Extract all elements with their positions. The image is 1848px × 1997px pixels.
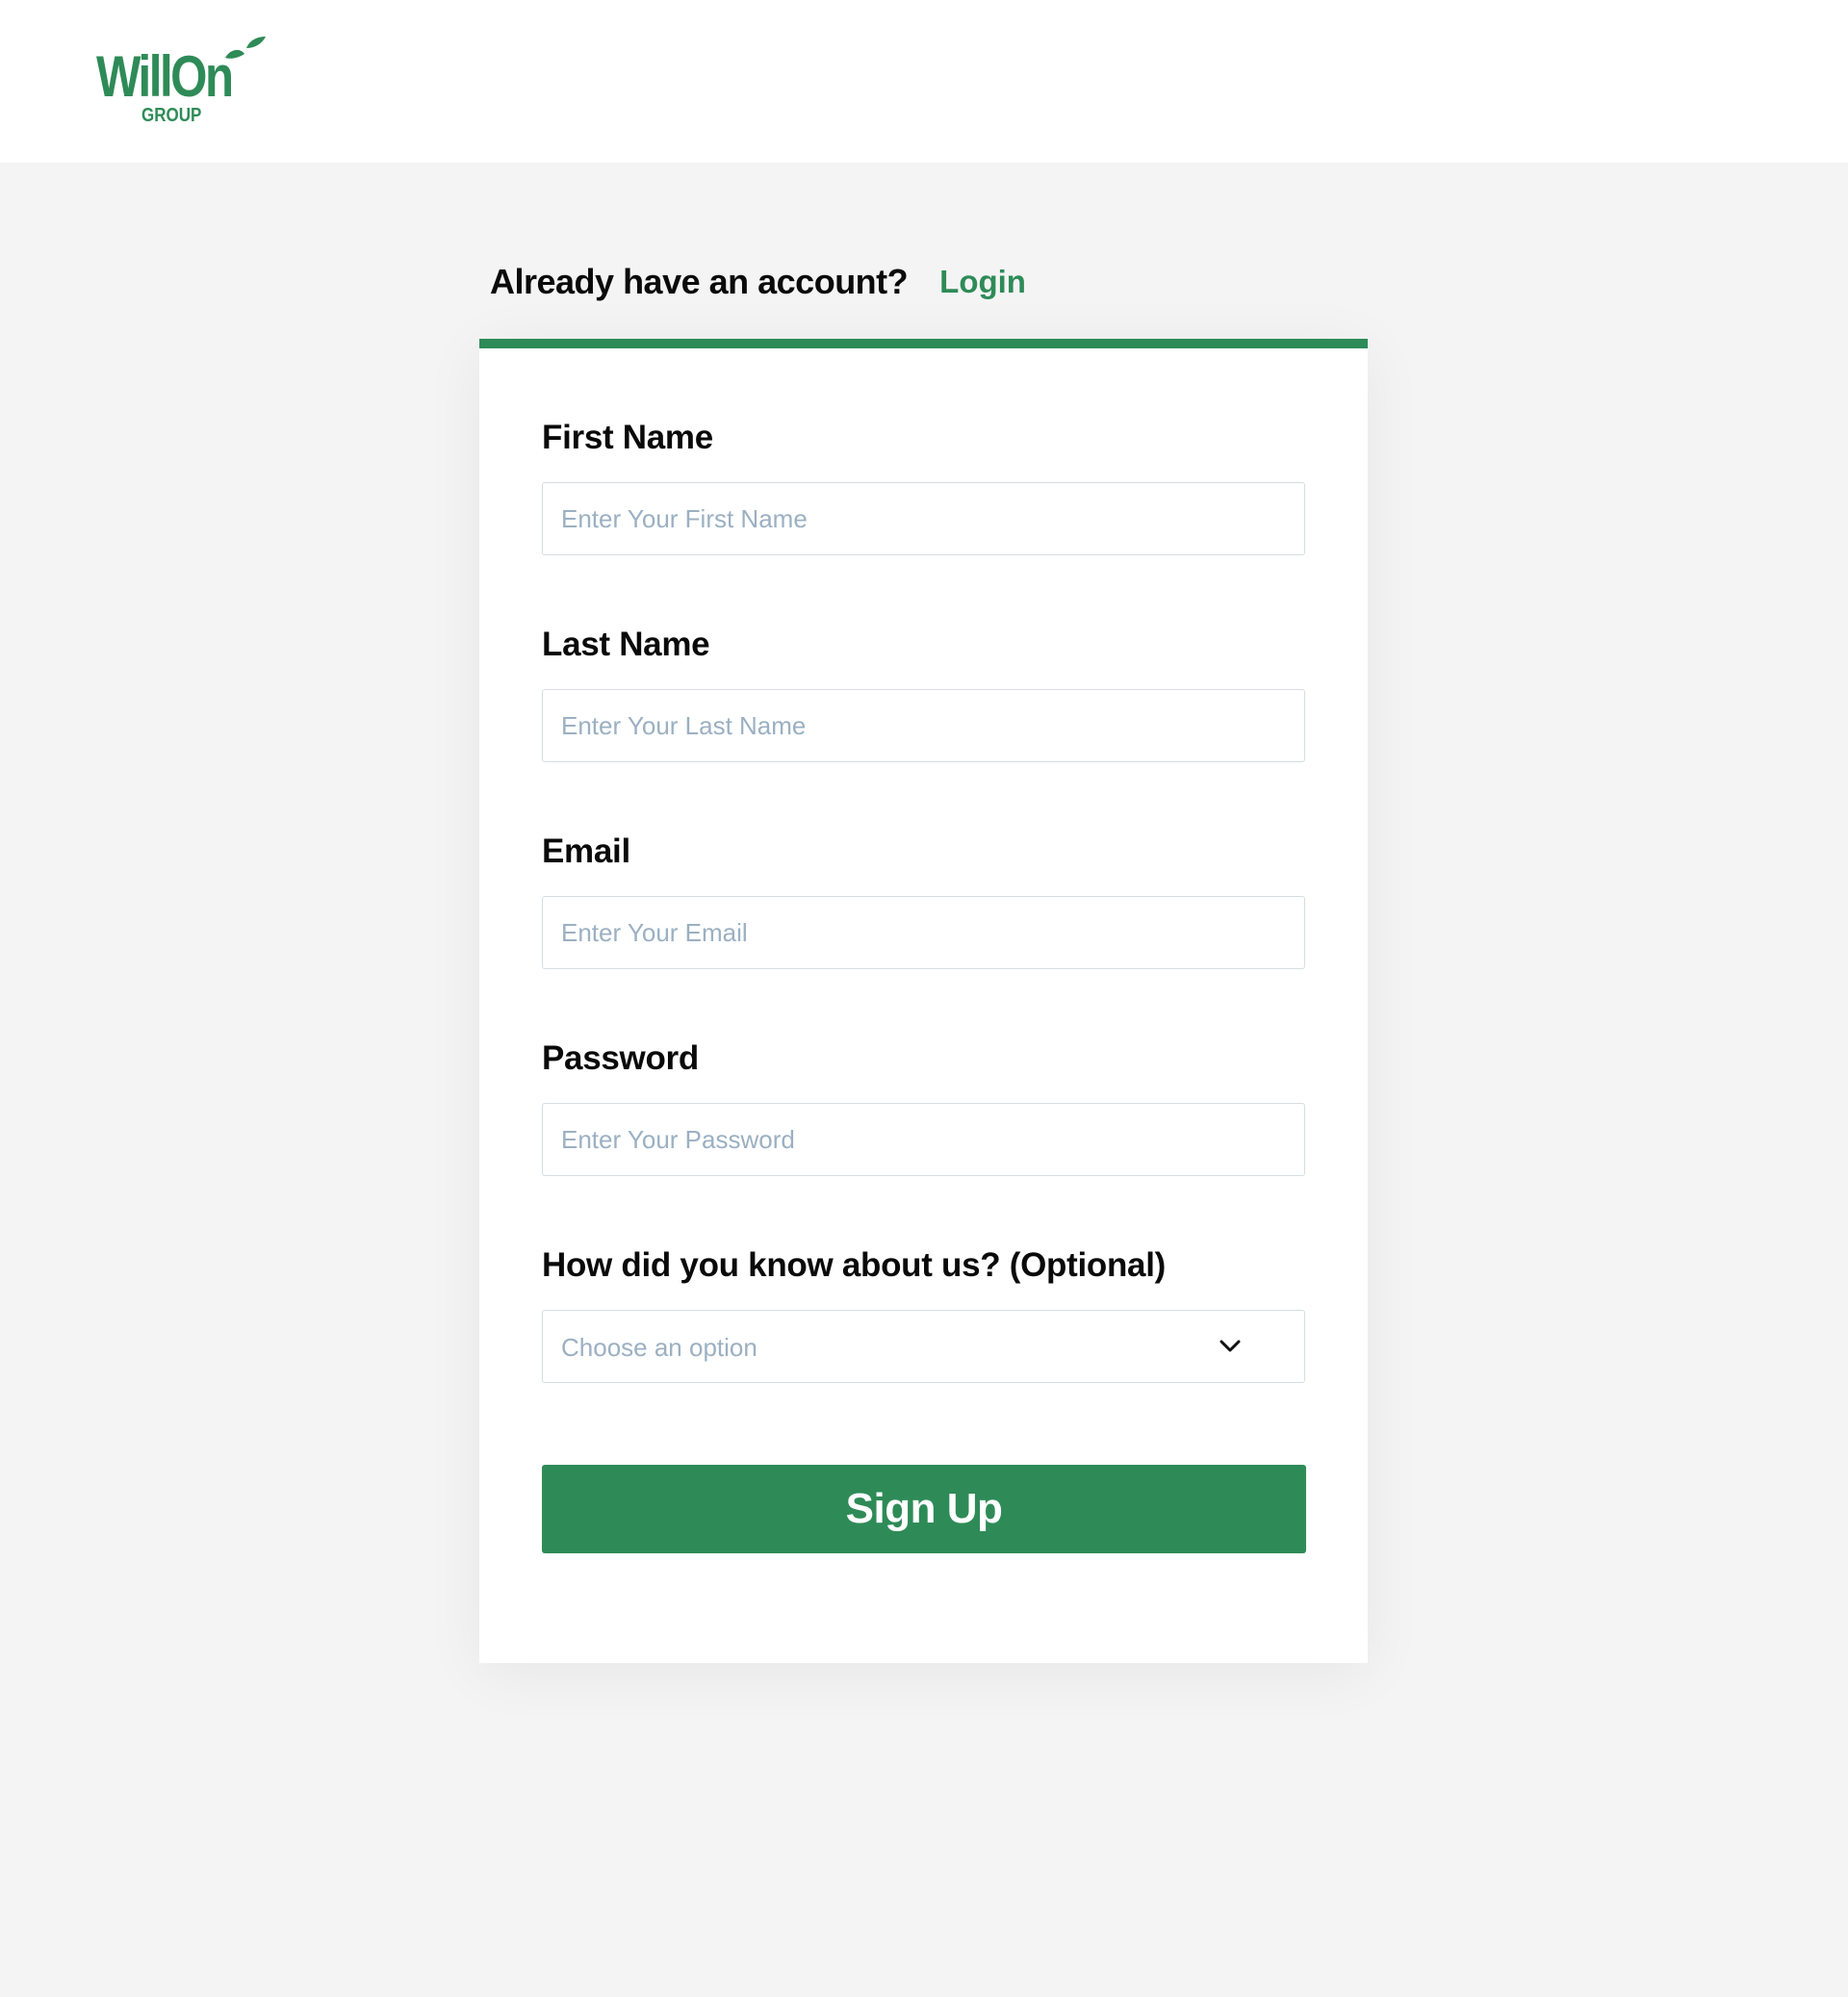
logo-wordmark: WillOn — [96, 44, 234, 109]
first-name-label: First Name — [542, 419, 713, 456]
first-name-input[interactable] — [542, 482, 1305, 555]
last-name-input[interactable] — [542, 689, 1305, 762]
account-prompt: Already have an account? Login — [490, 258, 1026, 306]
password-input[interactable] — [542, 1103, 1305, 1176]
referral-selected-value: Choose an option — [561, 1333, 757, 1362]
willon-logo[interactable]: WillOn GROUP — [96, 35, 270, 131]
login-link[interactable]: Login — [939, 264, 1026, 300]
signup-button[interactable]: Sign Up — [542, 1465, 1306, 1553]
site-header: WillOn GROUP — [0, 0, 1848, 163]
chevron-down-icon — [1219, 1340, 1241, 1352]
logo-subtitle: GROUP — [141, 105, 202, 126]
signup-form: First Name Last Name Email Password How … — [479, 339, 1368, 1663]
referral-select[interactable]: Choose an option — [542, 1310, 1305, 1383]
referral-label: How did you know about us? (Optional) — [542, 1246, 1167, 1284]
account-question: Already have an account? — [490, 262, 909, 301]
email-input[interactable] — [542, 896, 1305, 969]
password-label: Password — [542, 1039, 699, 1077]
last-name-label: Last Name — [542, 626, 710, 663]
email-label: Email — [542, 832, 630, 870]
